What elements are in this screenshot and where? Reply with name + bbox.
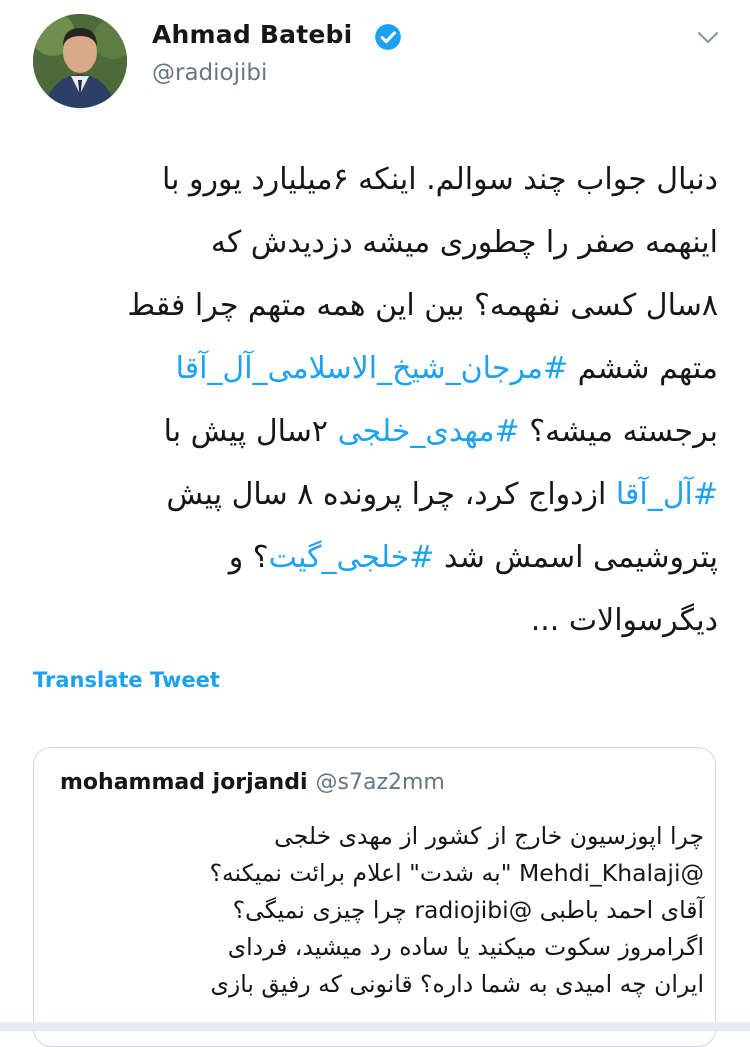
quoted-tweet[interactable]: mohammad jorjandi @s7az2mm چرا اپوزسیون خ… — [33, 747, 716, 1047]
tweet-text-line: #آل_آقا ازدواج کرد، چرا پرونده ۸ سال پیش — [34, 463, 718, 526]
tweet-text-line: پتروشیمی اسمش شد #خلجی_گیت؟ و — [34, 526, 718, 589]
tweet-text-segment: اینهمه صفر را چطوری میشه دزدیدش که — [210, 225, 718, 260]
hashtag-link[interactable]: #خلجی_گیت — [269, 540, 435, 575]
quoted-text-line: اگرامروز سکوت میکنید یا ساده رد میشید، ف… — [227, 933, 704, 961]
author-name[interactable]: Ahmad Batebi — [152, 20, 352, 49]
tweet-text: دنبال جواب چند سوالم. اینکه ۶میلیارد یور… — [34, 148, 718, 652]
tweet-text-segment: دیگرسوالات ... — [530, 603, 718, 638]
avatar[interactable] — [33, 14, 127, 108]
tweet-text-segment: پتروشیمی اسمش شد — [434, 540, 718, 575]
tweet-text-segment: ۲سال پیش با — [163, 414, 338, 449]
tweet-text-segment: ۸سال کسی نفهمه؟ بین این همه متهم چرا فقط — [127, 288, 718, 323]
hashtag-link[interactable]: #مهدی_خلجی — [338, 414, 520, 449]
quoted-author[interactable]: mohammad jorjandi @s7az2mm — [60, 770, 445, 795]
quoted-text-line: آقای احمد باطبی @radiojibi چرا چیزی نمیگ… — [232, 896, 704, 924]
tweet-text-segment: متهم ششم — [568, 351, 718, 386]
tweet-text-segment: ازدواج کرد، چرا پرونده ۸ سال پیش — [166, 477, 616, 512]
quoted-text-line: چرا اپوزسیون خارج از کشور از مهدی خلجی — [274, 822, 704, 850]
tweet-text-line: متهم ششم #مرجان_شیخ_الاسلامی_آل_آقا — [34, 337, 718, 400]
translate-tweet-link[interactable]: Translate Tweet — [33, 668, 220, 692]
quoted-text-line: ایران چه امیدی به شما داره؟ قانونی که رف… — [210, 970, 704, 998]
quoted-author-handle: @s7az2mm — [315, 770, 445, 795]
tweet-text-segment: دنبال جواب چند سوالم. اینکه ۶میلیارد یور… — [162, 162, 718, 197]
author-handle[interactable]: @radiojibi — [152, 60, 267, 86]
hashtag-link[interactable]: #مرجان_شیخ_الاسلامی_آل_آقا — [176, 351, 569, 386]
tweet-text-line: اینهمه صفر را چطوری میشه دزدیدش که — [34, 211, 718, 274]
hashtag-link[interactable]: #آل_آقا — [616, 477, 718, 512]
divider — [0, 1022, 750, 1031]
verified-badge-icon — [375, 24, 401, 50]
tweet-text-segment: ؟ و — [228, 540, 269, 575]
quoted-text-line: @Mehdi_Khalaji "به شدت" اعلام برائت نمیک… — [209, 859, 704, 887]
tweet-text-line: ۸سال کسی نفهمه؟ بین این همه متهم چرا فقط — [34, 274, 718, 337]
quoted-author-name: mohammad jorjandi — [60, 770, 308, 795]
profile-photo-icon — [33, 14, 127, 108]
quoted-tweet-text: چرا اپوزسیون خارج از کشور از مهدی خلجی @… — [54, 818, 704, 1003]
tweet-text-segment: برجسته میشه؟ — [519, 414, 718, 449]
tweet-text-line: دنبال جواب چند سوالم. اینکه ۶میلیارد یور… — [34, 148, 718, 211]
tweet-text-line: برجسته میشه؟ #مهدی_خلجی ۲سال پیش با — [34, 400, 718, 463]
tweet-text-line: دیگرسوالات ... — [34, 589, 718, 652]
chevron-down-icon[interactable] — [696, 30, 720, 46]
